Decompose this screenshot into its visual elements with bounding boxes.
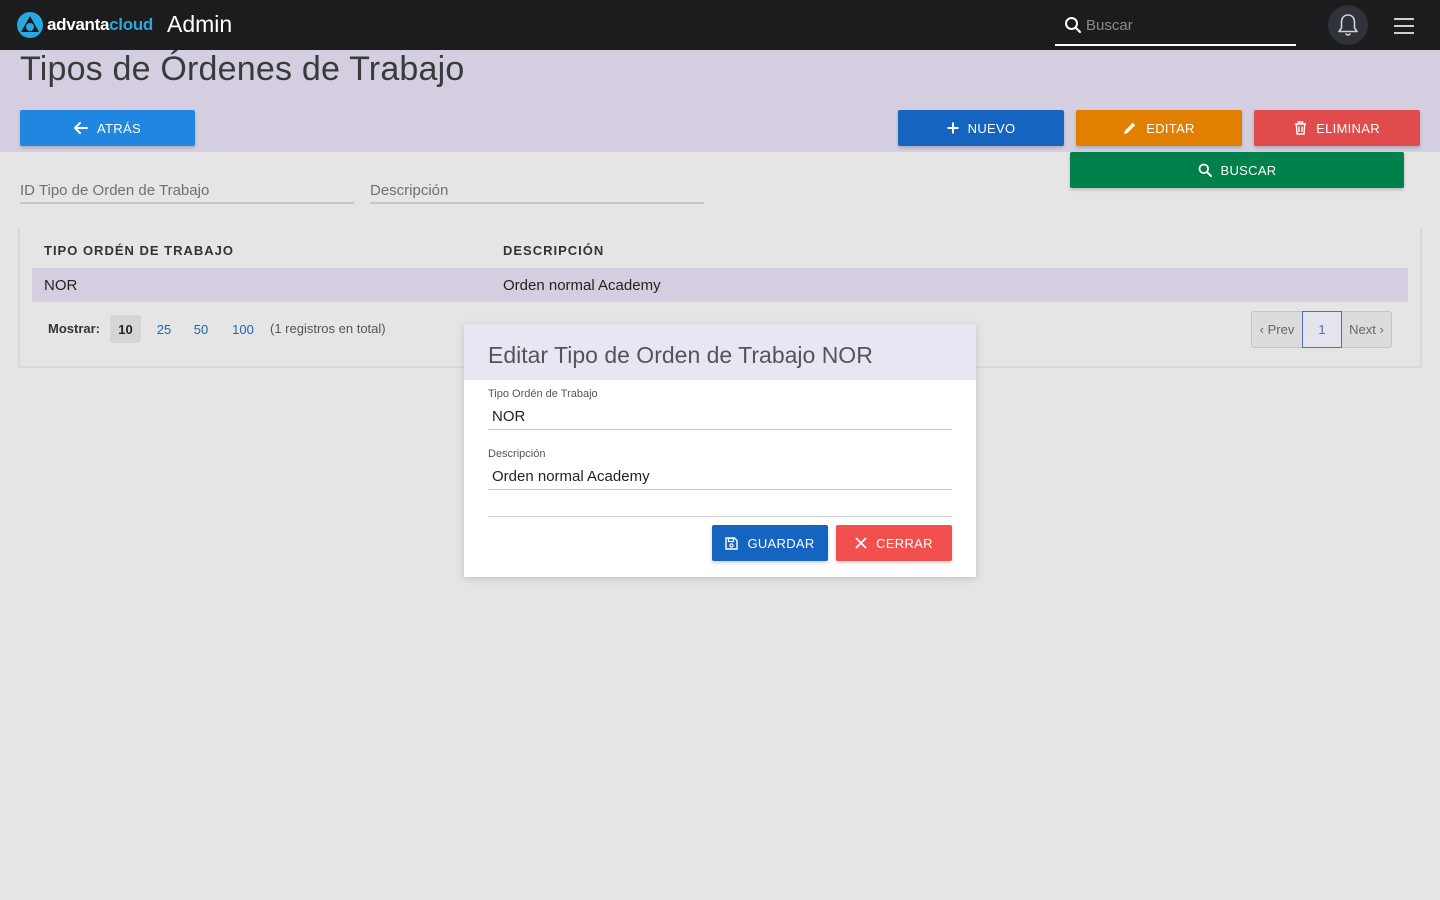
search-button[interactable]: BUSCAR — [1070, 152, 1404, 188]
delete-button[interactable]: ELIMINAR — [1254, 110, 1420, 146]
page-1-button[interactable]: 1 — [1302, 311, 1342, 348]
page-size-label: Mostrar: — [48, 321, 101, 336]
back-button-label: ATRÁS — [97, 120, 141, 136]
search-button-label: BUSCAR — [1220, 162, 1277, 178]
table-cell-description[interactable]: Orden normal Academy — [503, 277, 661, 294]
brand-name-part1: advanta — [47, 15, 110, 34]
page-size-10[interactable]: 10 — [110, 315, 141, 343]
page-size-50[interactable]: 50 — [188, 315, 214, 343]
total-records: (1 registros en total) — [270, 321, 386, 336]
new-button-label: NUEVO — [967, 120, 1016, 136]
bell-icon — [1338, 14, 1358, 36]
pagination: ‹ Prev 1 Next › — [1251, 311, 1392, 348]
search-icon — [1198, 163, 1212, 177]
type-field — [488, 404, 952, 430]
new-button[interactable]: NUEVO — [898, 110, 1064, 146]
global-search — [1055, 6, 1296, 46]
edit-button-label: EDITAR — [1146, 120, 1195, 136]
id-filter-input[interactable] — [20, 178, 354, 202]
close-button-label: CERRAR — [876, 535, 933, 551]
plus-icon — [947, 122, 959, 134]
description-field — [488, 464, 952, 490]
close-button[interactable]: CERRAR — [836, 525, 952, 561]
brand-name-part2: cloud — [109, 15, 153, 34]
page-title: Tipos de Órdenes de Trabajo — [20, 50, 465, 88]
type-field-label: Tipo Ordén de Trabajo — [488, 388, 598, 400]
save-button[interactable]: GUARDAR — [712, 525, 828, 561]
global-search-input[interactable] — [1086, 13, 1291, 37]
edit-button[interactable]: EDITAR — [1076, 110, 1242, 146]
description-field-input[interactable] — [488, 464, 952, 488]
page-size-25[interactable]: 25 — [151, 315, 177, 343]
save-button-label: GUARDAR — [747, 535, 815, 551]
back-button[interactable]: ATRÁS — [20, 110, 195, 146]
dialog-title: Editar Tipo de Orden de Trabajo NOR — [488, 342, 873, 368]
close-icon — [855, 537, 867, 549]
pencil-icon — [1124, 122, 1136, 134]
edit-dialog: Editar Tipo de Orden de Trabajo NOR Tipo… — [464, 324, 976, 577]
notifications-button[interactable] — [1328, 5, 1368, 45]
brand-name: advantacloud — [47, 15, 153, 35]
table-row[interactable] — [32, 268, 1408, 302]
trash-icon — [1295, 121, 1307, 135]
prev-page-button[interactable]: ‹ Prev — [1252, 312, 1302, 347]
hamburger-menu-icon[interactable] — [1394, 17, 1414, 35]
arrow-left-icon — [74, 122, 89, 134]
brand-logo[interactable]: advantacloud — [16, 11, 153, 39]
description-filter-input[interactable] — [370, 178, 704, 202]
description-filter — [370, 178, 704, 204]
dialog-divider — [488, 516, 952, 517]
top-navbar: advantacloud Admin — [0, 0, 1440, 50]
description-field-label: Descripción — [488, 448, 546, 460]
type-field-input[interactable] — [488, 404, 952, 428]
table-cell-type[interactable]: NOR — [44, 277, 77, 294]
dialog-header: Editar Tipo de Orden de Trabajo NOR — [464, 324, 976, 380]
search-icon — [1065, 17, 1082, 34]
floppy-disk-icon — [725, 536, 739, 550]
delete-button-label: ELIMINAR — [1316, 120, 1380, 136]
advanta-logo-icon — [17, 12, 43, 38]
page-size-100[interactable]: 100 — [227, 315, 259, 343]
column-header-description[interactable]: DESCRIPCIÓN — [503, 243, 604, 258]
app-title: Admin — [167, 11, 233, 37]
column-header-type[interactable]: TIPO ORDÉN DE TRABAJO — [44, 243, 234, 258]
next-page-button[interactable]: Next › — [1342, 312, 1391, 347]
id-filter — [20, 178, 354, 204]
